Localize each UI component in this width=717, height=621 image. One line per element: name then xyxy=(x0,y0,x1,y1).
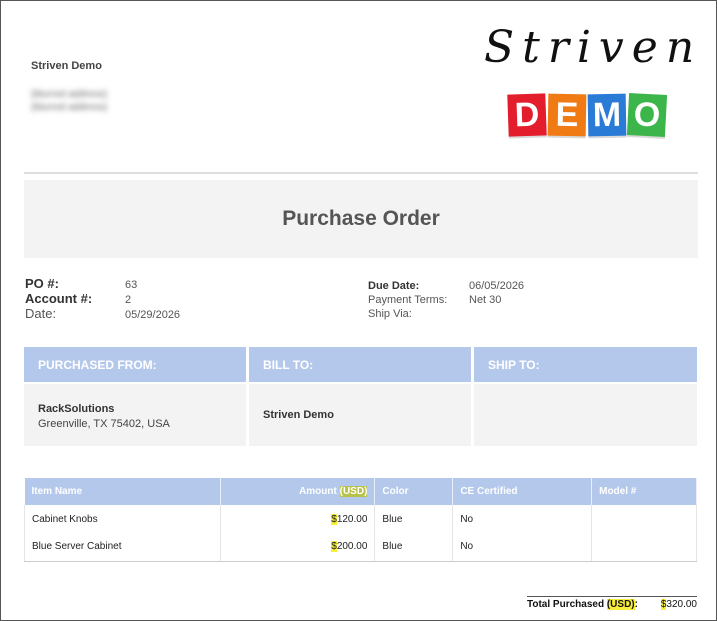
header-divider xyxy=(24,172,698,174)
logo-tile-m: M xyxy=(587,93,627,137)
po-number-row: PO #: 63 xyxy=(25,277,180,292)
date-label: Date: xyxy=(25,306,57,321)
purchased-from-header: PURCHASED FROM: xyxy=(24,347,246,382)
col-amount-currency: (USD) xyxy=(339,486,368,497)
vendor-name: RackSolutions xyxy=(38,403,115,415)
due-date-row: Due Date: 06/05/2026 xyxy=(368,279,524,293)
po-meta-left: PO #: 63 Account #: 2 Date: 05/29/2026 xyxy=(25,277,180,322)
payment-terms-row: Payment Terms: Net 30 xyxy=(368,293,524,307)
ship-to-header: SHIP TO: xyxy=(474,347,697,382)
account-row: Account #: 2 xyxy=(25,292,180,307)
line-items-table: Item Name Amount (USD) Color CE Certifie… xyxy=(24,478,697,562)
payment-terms-value: Net 30 xyxy=(469,294,502,306)
total-value: $320.00 xyxy=(660,599,697,610)
account-value: 2 xyxy=(125,294,132,306)
col-model: Model # xyxy=(591,478,697,505)
date-value: 05/29/2026 xyxy=(125,309,181,321)
item-amount: $200.00 xyxy=(220,533,376,562)
date-row: Date: 05/29/2026 xyxy=(25,307,180,322)
company-address-blurred: (blurred address) (blurred address) xyxy=(31,89,108,113)
item-model xyxy=(591,533,697,562)
total-label: Total Purchased (USD): xyxy=(527,599,638,610)
col-amount: Amount (USD) xyxy=(220,478,376,505)
item-ce: No xyxy=(452,533,593,562)
col-item-name: Item Name xyxy=(24,478,221,505)
vendor-city: Greenville, TX 75402, USA xyxy=(38,418,170,430)
logo-tile-o: O xyxy=(626,93,668,137)
col-ce-certified: CE Certified xyxy=(452,478,593,505)
item-name: Cabinet Knobs xyxy=(24,505,221,533)
po-meta-right: Due Date: 06/05/2026 Payment Terms: Net … xyxy=(368,279,524,321)
item-name: Blue Server Cabinet xyxy=(24,533,221,562)
bill-to-box: Striven Demo xyxy=(249,384,471,446)
company-name: Striven Demo xyxy=(31,60,102,72)
po-number-value: 63 xyxy=(125,279,138,291)
item-ce: No xyxy=(452,505,593,533)
purchased-from-box: RackSolutions Greenville, TX 75402, USA xyxy=(24,384,246,446)
bill-to-header: BILL TO: xyxy=(249,347,471,382)
col-color: Color xyxy=(374,478,454,505)
account-label: Account #: xyxy=(25,291,93,306)
logo-tile-d: D xyxy=(507,93,547,137)
item-model xyxy=(591,505,697,533)
logo-tiles: D E M O xyxy=(507,93,668,137)
ship-via-row: Ship Via: xyxy=(368,307,524,321)
ship-to-box xyxy=(474,384,697,446)
item-color: Blue xyxy=(374,505,454,533)
due-date-value: 06/05/2026 xyxy=(469,280,525,292)
table-row: Cabinet Knobs $120.00 Blue No xyxy=(24,505,697,533)
po-number-label: PO #: xyxy=(25,276,59,291)
title-band: Purchase Order xyxy=(24,180,698,258)
bill-to-name: Striven Demo xyxy=(263,409,334,421)
table-header-row: Item Name Amount (USD) Color CE Certifie… xyxy=(24,478,697,505)
ship-via-label: Ship Via: xyxy=(368,308,412,320)
logo-tile-e: E xyxy=(547,93,587,137)
item-amount: $120.00 xyxy=(220,505,376,533)
payment-terms-label: Payment Terms: xyxy=(368,294,448,306)
due-date-label: Due Date: xyxy=(368,280,420,292)
logo-script-text: Striven xyxy=(484,22,703,73)
document-title: Purchase Order xyxy=(282,207,440,230)
item-color: Blue xyxy=(374,533,454,562)
total-purchased: Total Purchased (USD): $320.00 xyxy=(527,596,697,610)
table-row: Blue Server Cabinet $200.00 Blue No xyxy=(24,533,697,562)
striven-demo-logo: Striven D E M O xyxy=(480,22,694,140)
